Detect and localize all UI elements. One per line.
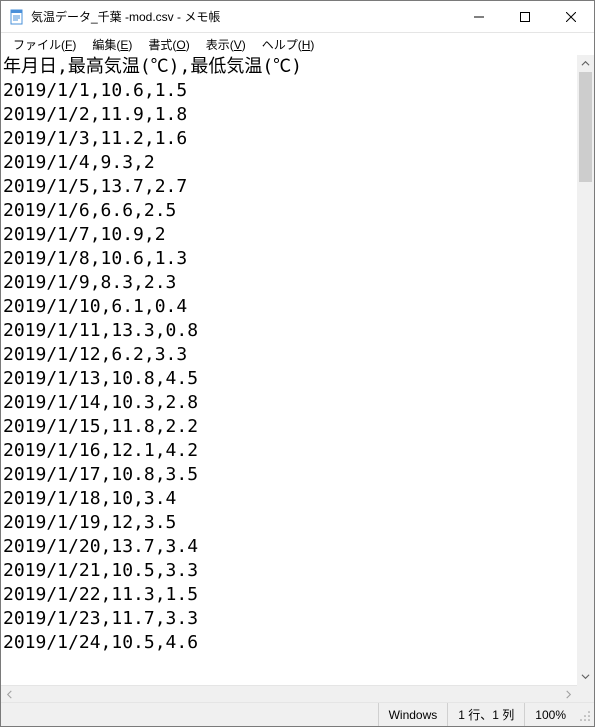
notepad-icon [9, 9, 25, 25]
status-position: 1 行、1 列 [447, 703, 524, 726]
menubar: ファイル(F) 編集(E) 書式(O) 表示(V) ヘルプ(H) [1, 33, 594, 55]
app-window: 気温データ_千葉 -mod.csv - メモ帳 ファイル(F) 編集(E) 書式… [0, 0, 595, 727]
menu-help[interactable]: ヘルプ(H) [254, 34, 323, 55]
close-button[interactable] [548, 1, 594, 32]
scroll-left-icon[interactable] [1, 686, 18, 702]
menu-edit[interactable]: 編集(E) [84, 34, 140, 55]
menu-file[interactable]: ファイル(F) [5, 34, 84, 55]
scroll-thumb[interactable] [579, 72, 592, 182]
menu-format[interactable]: 書式(O) [140, 34, 197, 55]
window-controls [456, 1, 594, 32]
vertical-scrollbar[interactable] [577, 55, 594, 685]
scroll-track-h[interactable] [18, 686, 560, 702]
horizontal-scrollbar[interactable] [1, 685, 577, 702]
statusbar: Windows 1 行、1 列 100% [1, 702, 594, 726]
scroll-right-icon[interactable] [560, 686, 577, 702]
editor-area: 年月日,最高気温(℃),最低気温(℃) 2019/1/1,10.6,1.5 20… [1, 55, 594, 685]
minimize-button[interactable] [456, 1, 502, 32]
text-content[interactable]: 年月日,最高気温(℃),最低気温(℃) 2019/1/1,10.6,1.5 20… [1, 55, 577, 685]
resize-grip-icon[interactable] [576, 707, 592, 723]
scroll-track[interactable] [577, 72, 594, 668]
window-title: 気温データ_千葉 -mod.csv - メモ帳 [31, 8, 456, 25]
status-encoding: Windows [378, 703, 448, 726]
titlebar[interactable]: 気温データ_千葉 -mod.csv - メモ帳 [1, 1, 594, 33]
scroll-corner [577, 685, 594, 702]
scroll-up-icon[interactable] [577, 55, 594, 72]
menu-view[interactable]: 表示(V) [198, 34, 254, 55]
maximize-button[interactable] [502, 1, 548, 32]
status-zoom: 100% [524, 703, 576, 726]
scroll-down-icon[interactable] [577, 668, 594, 685]
